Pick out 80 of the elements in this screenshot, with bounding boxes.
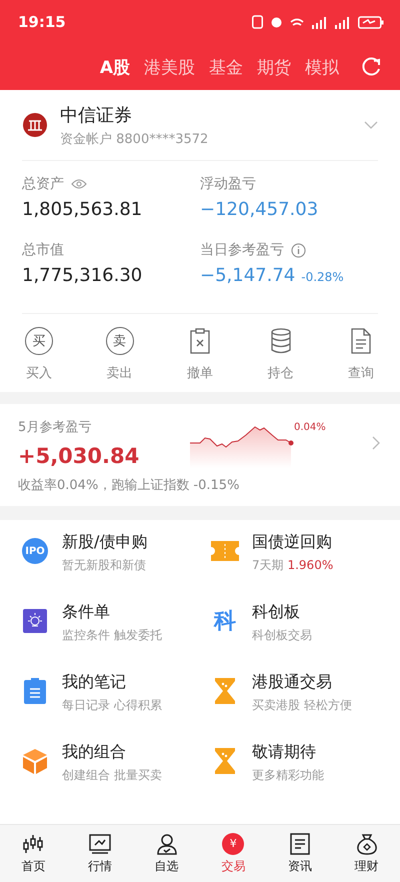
monthly-value: +5,030.84 [18, 444, 140, 468]
service-subtitle: 创建组合 批量买卖 [62, 767, 162, 784]
clipboard-icon [24, 678, 46, 704]
service-title: 国债逆回购 [252, 532, 333, 553]
asset-label: 浮动盈亏 [200, 175, 256, 193]
service-item[interactable]: 敬请期待 更多精彩功能 [210, 736, 400, 806]
ticket-icon [211, 541, 239, 561]
person-icon [156, 832, 178, 854]
service-subtitle: 每日记录 心得积累 [62, 697, 162, 714]
nav-tab[interactable]: 自选 [142, 825, 192, 882]
service-item[interactable]: 我的笔记 每日记录 心得积累 [20, 666, 210, 736]
service-subtitle: 更多精彩功能 [252, 767, 324, 784]
service-title: 新股/债申购 [62, 532, 148, 553]
monthly-summary: 收益率0.04%，跑输上证指数 -0.15% [18, 477, 240, 494]
nav-tab[interactable]: ¥ 交易 [208, 825, 258, 882]
eye-icon[interactable] [71, 179, 87, 189]
market-tab[interactable]: A股 [92, 56, 137, 78]
service-subtitle: 7天期 1.960% [252, 557, 334, 574]
nav-tab[interactable]: 理财 [342, 825, 392, 882]
chevron-down-icon[interactable] [364, 121, 378, 129]
hourglass-icon [215, 748, 235, 774]
money-bag-icon [356, 832, 378, 854]
chart-label: 0.04% [294, 422, 326, 433]
battery-icon [358, 16, 384, 28]
asset-value: 1,775,316.30 [22, 265, 142, 286]
candlestick-icon [22, 832, 44, 854]
refresh-icon[interactable] [360, 56, 382, 78]
signal-icon [312, 16, 327, 28]
service-subtitle: 科创板交易 [252, 627, 312, 644]
chart-icon [88, 834, 111, 854]
hourglass-icon [215, 678, 235, 704]
service-item[interactable]: IPO 新股/债申购 暂无新股和新债 [20, 526, 210, 596]
nav-tab[interactable]: 资讯 [274, 825, 325, 882]
chevron-right-icon[interactable] [372, 436, 380, 450]
service-title: 港股通交易 [252, 672, 333, 693]
info-icon[interactable] [291, 242, 306, 258]
asset-label: 总资产 [22, 175, 64, 193]
action-button[interactable]: 卖 卖出 [88, 326, 150, 382]
nav-tab[interactable]: 首页 [8, 825, 58, 882]
service-title: 敬请期待 [252, 742, 317, 763]
service-title: 我的笔记 [62, 672, 127, 693]
document-icon [351, 328, 371, 354]
service-item[interactable]: 国债逆回购 7天期 1.960% [210, 526, 400, 596]
service-item[interactable]: 港股通交易 买卖港股 轻松方便 [210, 666, 400, 736]
wifi-icon [290, 17, 304, 27]
service-item[interactable]: 条件单 监控条件 触发委托 [20, 596, 210, 666]
change-percent: -0.28% [301, 270, 344, 284]
service-subtitle: 买卖港股 轻松方便 [252, 697, 352, 714]
nav-tab[interactable]: 行情 [74, 825, 125, 882]
action-button[interactable]: 查询 [330, 326, 392, 382]
service-title: 科创板 [252, 602, 301, 623]
kechuang-icon: 科 [214, 606, 236, 636]
clipboard-x-icon [189, 328, 211, 354]
news-icon [290, 832, 310, 854]
broker-name: 中信证券 [60, 104, 133, 126]
action-button[interactable]: 撤单 [169, 326, 231, 382]
trade-icon: 卖 [106, 327, 134, 355]
service-item[interactable]: 我的组合 创建组合 批量买卖 [20, 736, 210, 806]
ipo-icon: IPO [22, 538, 48, 564]
asset-value: −5,147.74 [200, 265, 296, 286]
cube-icon [22, 748, 48, 774]
signal-icon [335, 16, 350, 28]
action-button[interactable]: 持仓 [250, 326, 312, 382]
asset-value: 1,805,563.81 [22, 199, 142, 220]
action-button[interactable]: 买 买入 [8, 326, 70, 382]
service-subtitle: 暂无新股和新债 [62, 557, 147, 574]
service-subtitle: 监控条件 触发委托 [62, 627, 162, 644]
service-title: 我的组合 [62, 742, 127, 763]
service-title: 条件单 [62, 602, 111, 623]
asset-label: 总市值 [22, 241, 64, 259]
status-time: 19:15 [18, 13, 66, 31]
monthly-title: 5月参考盈亏 [18, 419, 92, 436]
database-icon [270, 328, 292, 354]
trade-icon: 买 [25, 327, 53, 355]
yen-icon: ¥ [222, 832, 244, 854]
asset-label: 当日参考盈亏 [200, 241, 284, 259]
account-number: 资金帐户 8800****3572 [60, 130, 210, 148]
broker-logo-icon [22, 112, 48, 138]
asset-value: −120,457.03 [200, 199, 318, 220]
lightbulb-icon [23, 609, 47, 633]
